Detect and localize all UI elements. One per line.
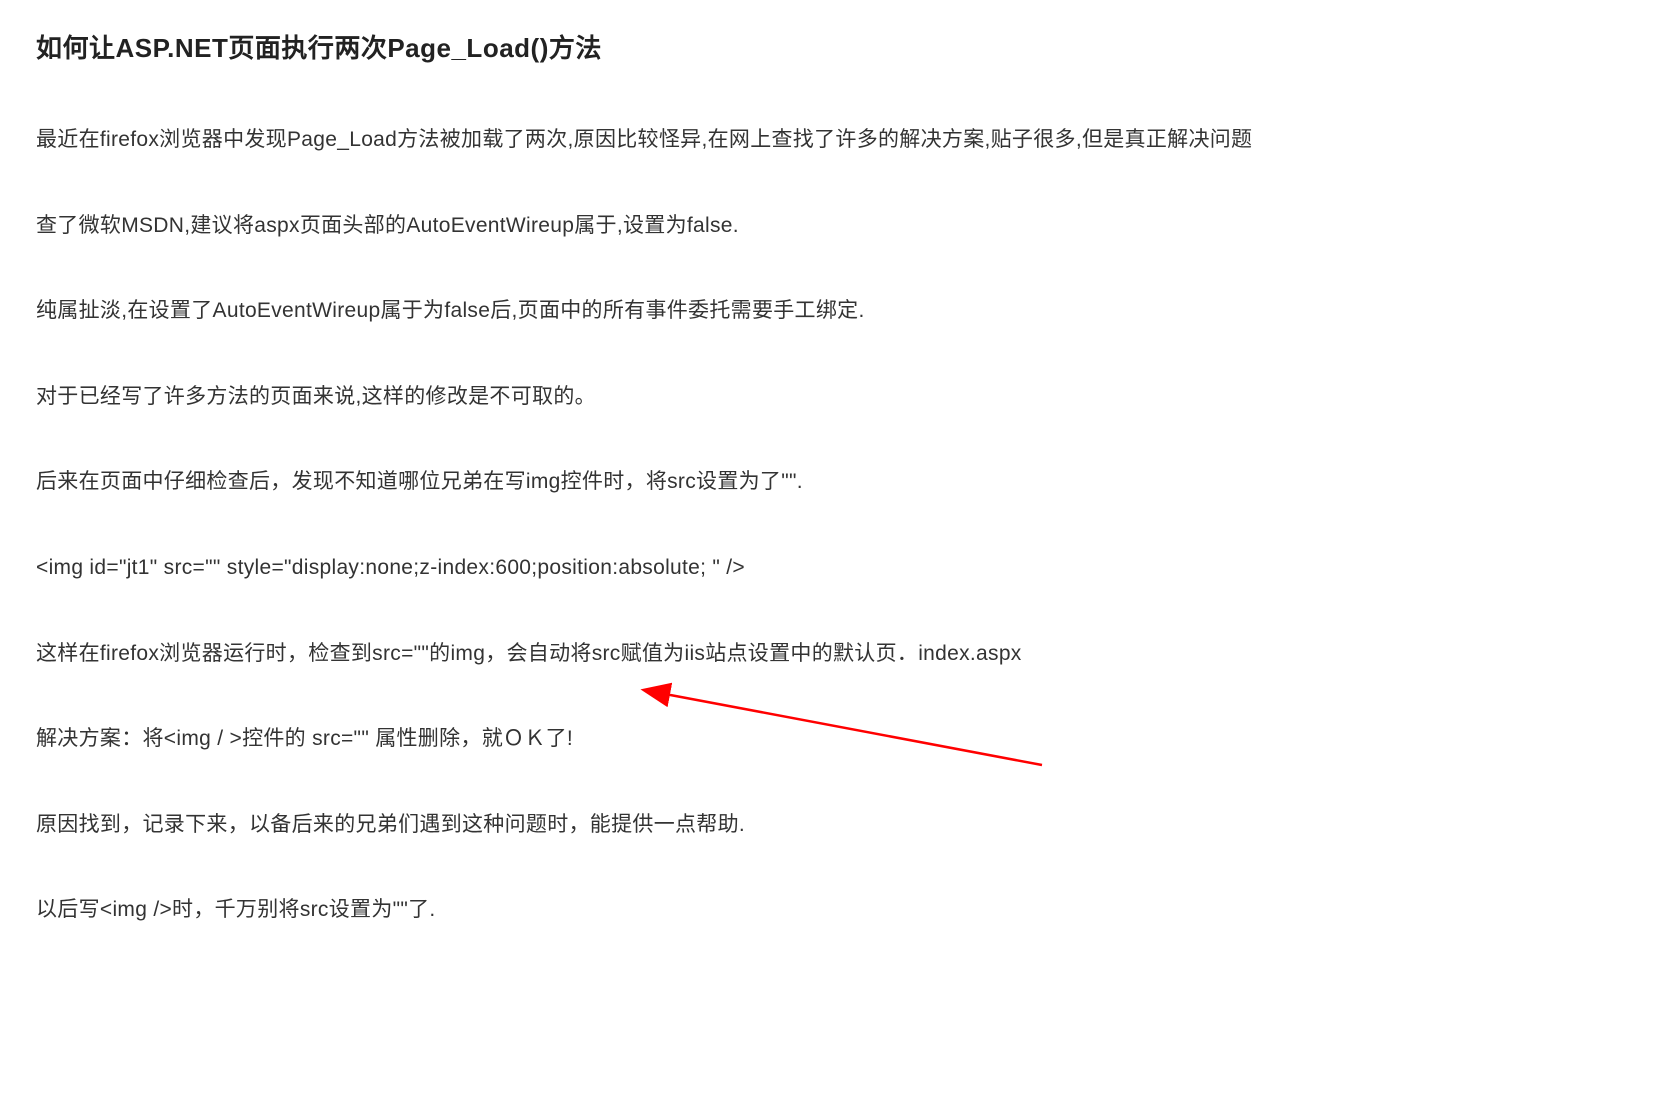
paragraph-false-critique: 纯属扯淡,在设置了AutoEventWireup属于为false后,页面中的所有… xyxy=(36,294,1629,328)
paragraph-advice: 以后写<img />时，千万别将src设置为""了. xyxy=(36,893,1629,927)
arrow-annotation-icon xyxy=(0,0,1665,1098)
paragraph-found-img: 后来在页面中仔细检查后，发现不知道哪位兄弟在写img控件时，将src设置为了""… xyxy=(36,465,1629,499)
paragraph-record: 原因找到，记录下来，以备后来的兄弟们遇到这种问题时，能提供一点帮助. xyxy=(36,808,1629,842)
article-title: 如何让ASP.NET页面执行两次Page_Load()方法 xyxy=(36,28,1629,65)
paragraph-code-example: <img id="jt1" src="" style="display:none… xyxy=(36,551,1629,585)
paragraph-solution: 解决方案：将<img / >控件的 src="" 属性删除，就ＯＫ了! xyxy=(36,722,1629,756)
paragraph-intro: 最近在firefox浏览器中发现Page_Load方法被加载了两次,原因比较怪异… xyxy=(36,123,1629,157)
paragraph-not-feasible: 对于已经写了许多方法的页面来说,这样的修改是不可取的。 xyxy=(36,380,1629,414)
paragraph-firefox-behavior: 这样在firefox浏览器运行时，检查到src=""的img，会自动将src赋值… xyxy=(36,637,1629,671)
paragraph-msdn: 查了微软MSDN,建议将aspx页面头部的AutoEventWireup属于,设… xyxy=(36,209,1629,243)
